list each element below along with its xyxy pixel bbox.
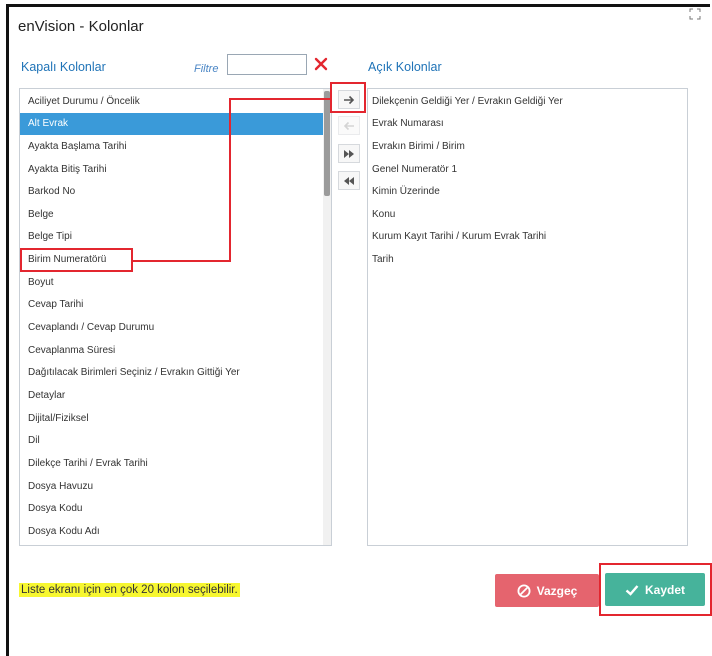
list-item[interactable]: Aciliyet Durumu / Öncelik <box>20 91 323 113</box>
column-limit-info: Liste ekranı için en çok 20 kolon seçile… <box>19 583 240 597</box>
arrow-left-icon <box>343 121 354 130</box>
closed-columns-label: Kapalı Kolonlar <box>21 60 106 74</box>
highlight-connector-bottom <box>132 260 231 262</box>
list-item[interactable]: Belge Tipi <box>20 226 323 248</box>
save-button-label: Kaydet <box>644 582 685 597</box>
open-columns-list[interactable]: Dilekçenin Geldiği Yer / Evrakın Geldiği… <box>367 88 688 546</box>
move-all-right-button[interactable] <box>338 144 360 163</box>
list-item[interactable]: Dosya Havuzu <box>20 476 323 498</box>
closed-columns-list[interactable]: Aciliyet Durumu / Öncelik Alt Evrak Ayak… <box>19 88 332 546</box>
list-item[interactable]: Dosya Kodu <box>20 498 323 520</box>
list-item[interactable]: Detaylar <box>20 385 323 407</box>
list-item[interactable]: Cevap Tarihi <box>20 294 323 316</box>
check-icon <box>625 584 639 596</box>
list-item[interactable]: Boyut <box>20 272 323 294</box>
expand-icon[interactable] <box>689 8 701 20</box>
list-item[interactable]: Kimin Üzerinde <box>368 181 687 203</box>
highlight-connector-top <box>229 98 332 100</box>
list-item[interactable]: Barkod No <box>20 181 323 203</box>
cancel-button-label: Vazgeç <box>536 583 578 598</box>
ban-icon <box>517 584 531 597</box>
save-button[interactable]: Kaydet <box>605 573 705 606</box>
double-arrow-right-icon <box>344 149 354 158</box>
move-all-left-button[interactable] <box>338 171 360 190</box>
list-item[interactable]: Ayakta Bitiş Tarihi <box>20 159 323 181</box>
list-item[interactable]: Cevaplandı / Cevap Durumu <box>20 317 323 339</box>
list-item[interactable]: Konu <box>368 204 687 226</box>
highlight-move-right <box>330 82 366 113</box>
closed-columns-scrollbar[interactable] <box>323 89 331 545</box>
list-item[interactable]: Dağıtılacak Birimleri Seçiniz / Evrakın … <box>20 362 323 384</box>
double-arrow-left-icon <box>344 176 354 185</box>
list-item[interactable]: Dilekçenin Geldiği Yer / Evrakın Geldiği… <box>368 91 687 113</box>
highlight-connector-vertical <box>229 99 231 262</box>
list-item[interactable]: Dosya Kodu Adı <box>20 521 323 543</box>
highlight-birim-numeratoru <box>20 248 133 272</box>
list-item[interactable]: Cevaplanma Süresi <box>20 340 323 362</box>
list-item[interactable]: Tarih <box>368 249 687 271</box>
filter-label: Filtre <box>194 63 219 75</box>
clear-filter-icon[interactable] <box>314 57 328 71</box>
filter-input[interactable] <box>227 54 307 75</box>
list-item[interactable]: Dilekçe Tarihi / Evrak Tarihi <box>20 453 323 475</box>
move-left-button[interactable] <box>338 116 360 135</box>
list-item[interactable]: Evrak Numarası <box>368 113 687 135</box>
dialog-title: enVision - Kolonlar <box>18 18 144 35</box>
open-columns-label: Açık Kolonlar <box>368 60 442 74</box>
list-item[interactable]: Belge <box>20 204 323 226</box>
list-item[interactable]: Dijital/Fiziksel <box>20 408 323 430</box>
list-item[interactable]: Evrakın Birimi / Birim <box>368 136 687 158</box>
list-item[interactable]: Alt Evrak <box>20 113 323 135</box>
list-item[interactable]: Dil <box>20 430 323 452</box>
list-item[interactable]: Ayakta Başlama Tarihi <box>20 136 323 158</box>
list-item[interactable]: Genel Numeratör 1 <box>368 159 687 181</box>
list-item[interactable]: Kurum Kayıt Tarihi / Kurum Evrak Tarihi <box>368 226 687 248</box>
cancel-button[interactable]: Vazgeç <box>495 574 599 607</box>
